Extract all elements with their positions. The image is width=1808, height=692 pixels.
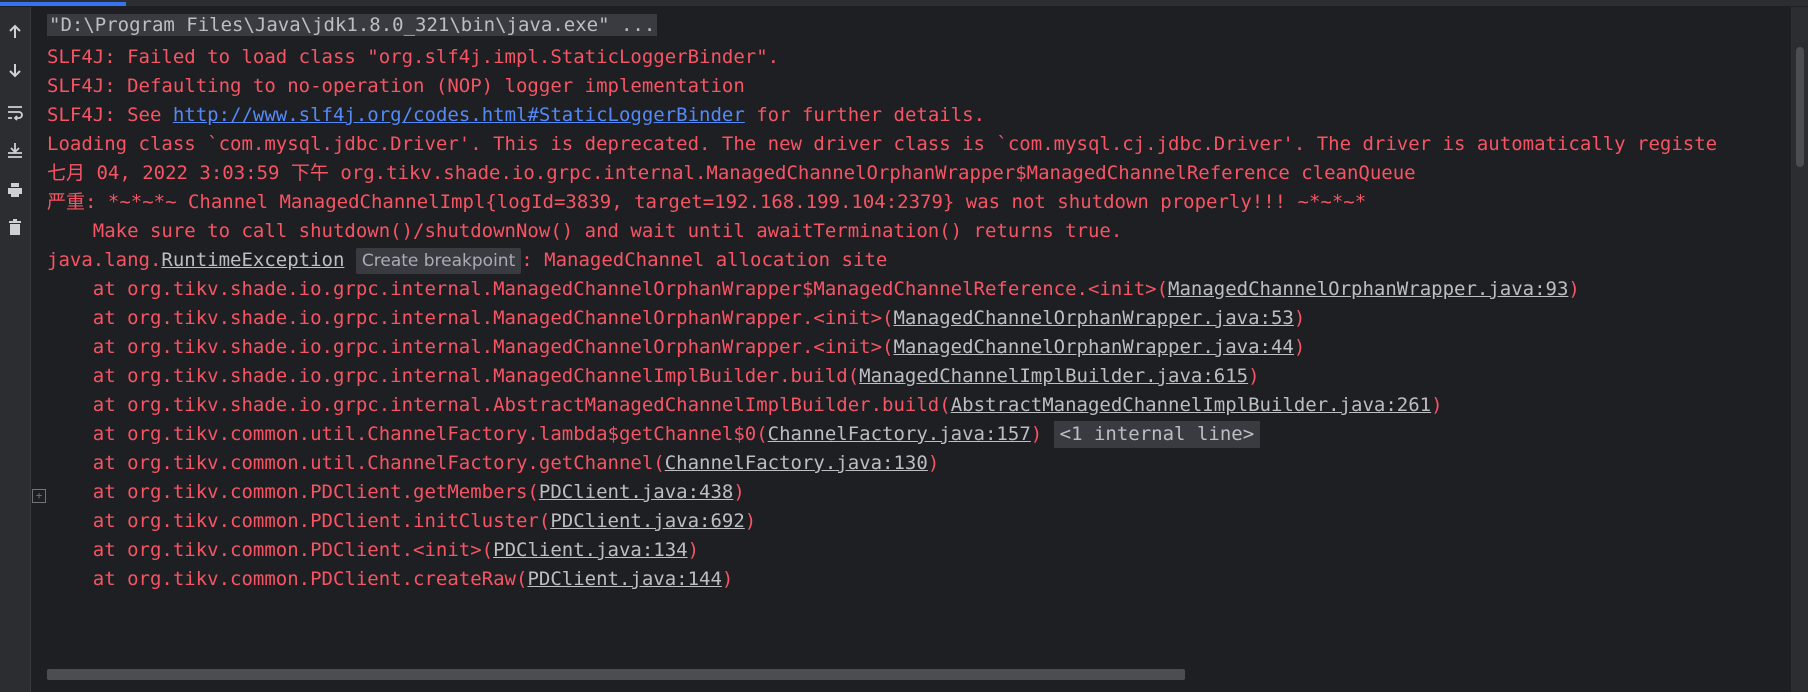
frame-text: at org.tikv.common.PDClient.getMembers( xyxy=(47,481,539,503)
source-link[interactable]: ManagedChannelImplBuilder.java:615 xyxy=(859,365,1248,387)
frame-close: ) xyxy=(721,568,734,590)
source-link[interactable]: ManagedChannelOrphanWrapper.java:93 xyxy=(1168,278,1568,300)
run-command[interactable]: "D:\Program Files\Java\jdk1.8.0_321\bin\… xyxy=(47,14,658,36)
frame-close: ) xyxy=(1030,423,1043,445)
frame-text: at org.tikv.shade.io.grpc.internal.Manag… xyxy=(47,365,860,387)
frame-close: ) xyxy=(1293,307,1306,329)
console-output[interactable]: "D:\Program Files\Java\jdk1.8.0_321\bin\… xyxy=(31,7,1791,692)
arrow-up-icon[interactable] xyxy=(0,17,30,47)
source-link[interactable]: ManagedChannelOrphanWrapper.java:44 xyxy=(893,336,1293,358)
horizontal-scrollbar[interactable] xyxy=(47,669,1185,680)
frame-text: at org.tikv.shade.io.grpc.internal.Manag… xyxy=(47,336,894,358)
frame-text: at org.tikv.shade.io.grpc.internal.Manag… xyxy=(47,307,894,329)
exception-class-link[interactable]: RuntimeException xyxy=(161,249,344,271)
stack-frame: at org.tikv.common.PDClient.createRaw(PD… xyxy=(47,563,734,596)
source-link[interactable]: PDClient.java:144 xyxy=(527,568,721,590)
source-link[interactable]: AbstractManagedChannelImplBuilder.java:2… xyxy=(951,394,1431,416)
frame-text: at org.tikv.common.PDClient.initCluster( xyxy=(47,510,551,532)
internal-lines-fold[interactable]: <1 internal line> xyxy=(1053,421,1261,448)
frame-close: ) xyxy=(1293,336,1306,358)
source-link[interactable]: ManagedChannelOrphanWrapper.java:53 xyxy=(893,307,1293,329)
frame-close: ) xyxy=(687,539,700,561)
source-link[interactable]: PDClient.java:692 xyxy=(550,510,744,532)
source-link[interactable]: ChannelFactory.java:130 xyxy=(665,452,928,474)
frame-text: at org.tikv.shade.io.grpc.internal.Manag… xyxy=(47,278,1169,300)
exception-package: java.lang. xyxy=(47,249,162,271)
console-toolbar xyxy=(0,7,31,692)
exception-message: : ManagedChannel allocation site xyxy=(521,249,888,271)
frame-close: ) xyxy=(1568,278,1580,300)
create-breakpoint-button[interactable]: Create breakpoint xyxy=(355,247,522,274)
frame-close: ) xyxy=(1431,394,1443,416)
log-text: for further details. xyxy=(744,104,986,126)
arrow-down-icon[interactable] xyxy=(0,55,30,85)
active-tab-indicator xyxy=(0,2,126,6)
scroll-to-end-icon[interactable] xyxy=(0,135,30,165)
expand-fold-icon[interactable]: + xyxy=(32,489,46,503)
soft-wrap-icon[interactable] xyxy=(0,97,30,127)
frame-text: at org.tikv.common.util.ChannelFactory.l… xyxy=(47,423,768,445)
log-text: SLF4J: See xyxy=(47,104,173,126)
source-link[interactable]: PDClient.java:438 xyxy=(539,481,733,503)
source-link[interactable]: ChannelFactory.java:157 xyxy=(768,423,1031,445)
frame-text: at org.tikv.common.PDClient.createRaw( xyxy=(47,568,528,590)
vertical-scrollbar-thumb[interactable] xyxy=(1796,47,1804,167)
trash-icon[interactable] xyxy=(0,212,30,242)
print-icon[interactable] xyxy=(0,175,30,205)
frame-text: at org.tikv.common.PDClient.<init>( xyxy=(47,539,494,561)
tool-window-tabs xyxy=(0,0,1808,7)
run-command-line[interactable]: "D:\Program Files\Java\jdk1.8.0_321\bin\… xyxy=(47,9,658,42)
frame-close: ) xyxy=(1248,365,1260,387)
frame-text: at org.tikv.common.util.ChannelFactory.g… xyxy=(47,452,665,474)
frame-close: ) xyxy=(744,510,757,532)
frame-text: at org.tikv.shade.io.grpc.internal.Abstr… xyxy=(47,394,951,416)
frame-close: ) xyxy=(927,452,940,474)
slf4j-link[interactable]: http://www.slf4j.org/codes.html#StaticLo… xyxy=(173,104,745,126)
vertical-scrollbar[interactable] xyxy=(1792,7,1808,692)
frame-close: ) xyxy=(733,481,745,503)
source-link[interactable]: PDClient.java:134 xyxy=(493,539,687,561)
